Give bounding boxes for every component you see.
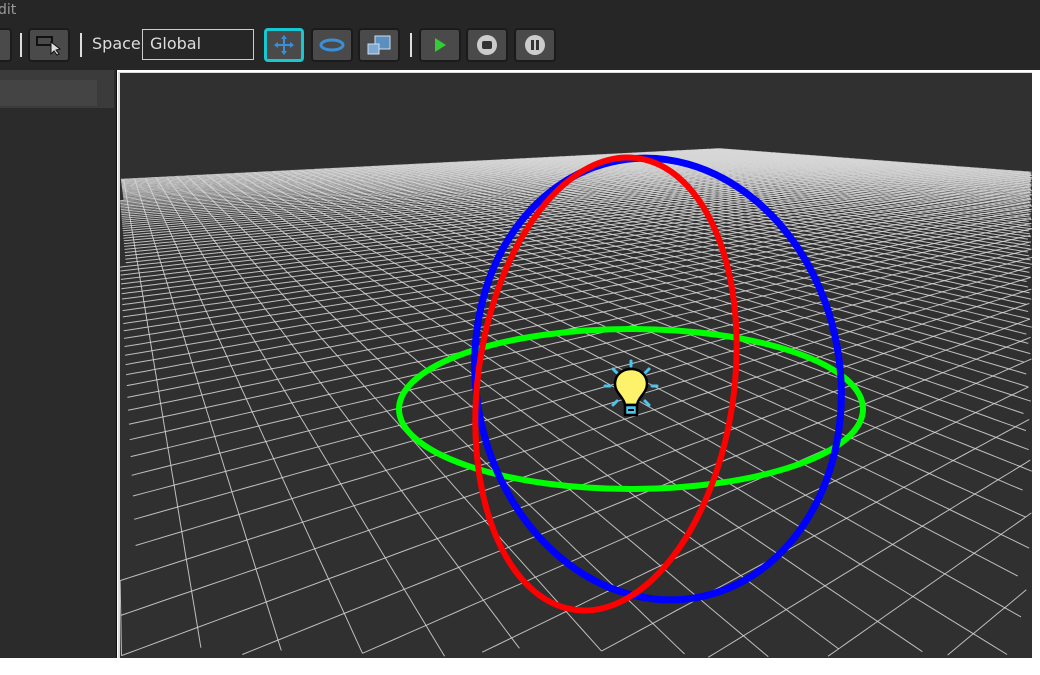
grid-line	[127, 217, 1032, 398]
scale-tool-button[interactable]	[358, 28, 400, 62]
menu-edit[interactable]: dit	[0, 2, 16, 18]
add-object-button[interactable]	[0, 28, 12, 62]
rotate-tool-button[interactable]	[311, 28, 353, 62]
play-button[interactable]	[419, 28, 461, 62]
play-icon	[435, 38, 446, 52]
grid-line	[362, 358, 1032, 654]
grid-line	[132, 256, 1032, 497]
toolbar: dit Space Global	[0, 0, 1040, 70]
space-dropdown[interactable]: Global	[142, 29, 254, 60]
grid-line	[481, 386, 1029, 653]
grid-line	[135, 276, 1031, 546]
grid-line	[120, 580, 122, 656]
space-label: Space	[92, 34, 141, 53]
toolbar-divider	[410, 33, 412, 57]
grid-line	[131, 248, 1032, 476]
toolbar-divider	[20, 33, 22, 57]
pause-icon	[525, 35, 545, 55]
panel-search-field[interactable]	[0, 80, 97, 106]
grid-line	[186, 175, 685, 655]
grid-line	[947, 589, 1027, 656]
rotate-icon	[319, 38, 345, 52]
move-tool-button[interactable]	[264, 28, 304, 62]
left-panel	[0, 70, 117, 658]
grid-line	[216, 173, 923, 653]
scene-viewport[interactable]	[118, 72, 1032, 658]
select-rect-icon	[36, 36, 62, 56]
grid-line	[134, 266, 1031, 520]
toolbar-divider	[80, 33, 82, 57]
stop-button[interactable]	[466, 28, 508, 62]
pause-button[interactable]	[514, 28, 556, 62]
stop-icon	[477, 35, 497, 55]
ground-grid	[120, 148, 1032, 658]
move-arrows-icon	[274, 35, 294, 55]
viewport-canvas[interactable]	[120, 73, 1032, 658]
select-tool-button[interactable]	[28, 28, 70, 62]
grid-line	[166, 176, 520, 649]
scale-icon	[367, 35, 391, 55]
